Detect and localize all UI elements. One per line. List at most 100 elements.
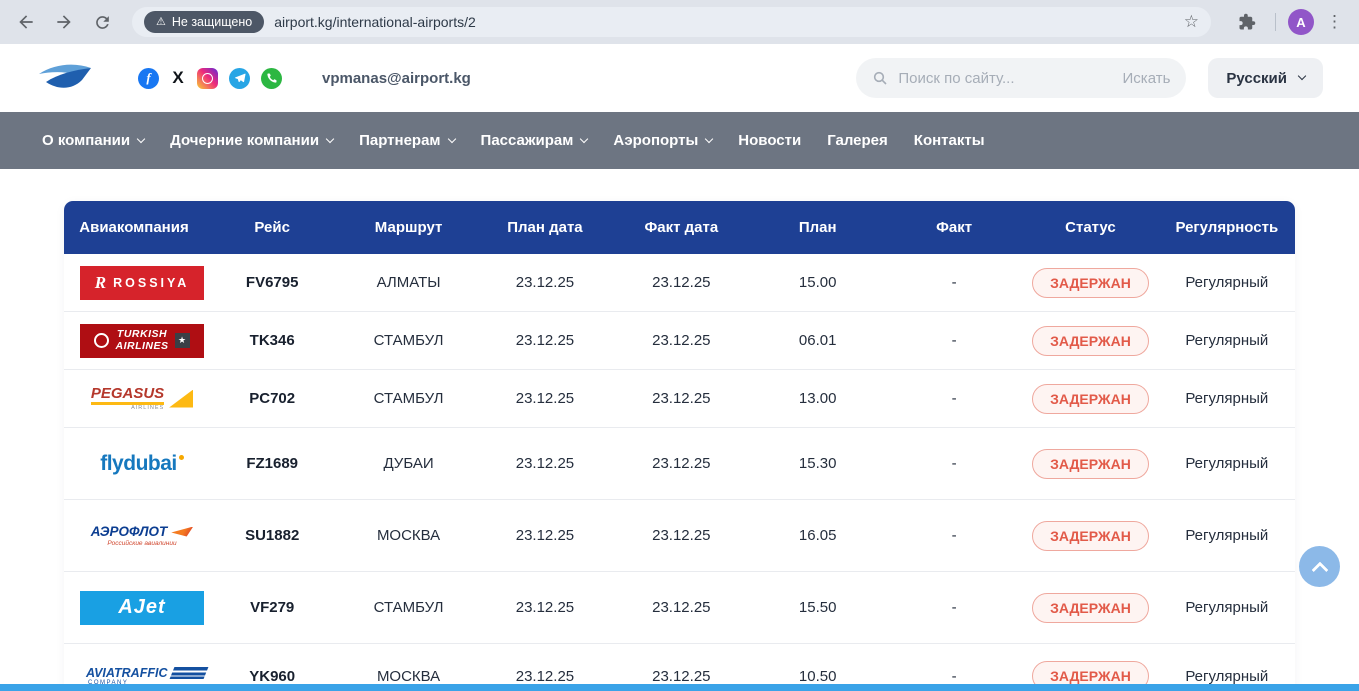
pegasus-wing-icon (169, 390, 193, 408)
fact-time: - (886, 527, 1022, 544)
flight-row: PEGASUS AIRLINES PC702 СТАМБУЛ 23.12.25 … (64, 370, 1295, 428)
fact-date: 23.12.25 (613, 527, 749, 544)
search-button[interactable]: Искать (1123, 70, 1171, 87)
whatsapp-icon[interactable] (261, 68, 282, 89)
back-icon[interactable] (10, 6, 42, 38)
status-badge: ЗАДЕРЖАН (1032, 593, 1149, 623)
fact-time: - (886, 332, 1022, 349)
forward-icon[interactable] (48, 6, 80, 38)
plan-date: 23.12.25 (477, 599, 613, 616)
status-badge: ЗАДЕРЖАН (1032, 449, 1149, 479)
plan-time: 10.50 (750, 668, 886, 685)
turkish-airlines-logo: TURKISH AIRLINES ★ (80, 324, 204, 358)
plan-time: 13.00 (750, 390, 886, 407)
aviatraffic-flag-icon (170, 667, 209, 679)
airline-cell: flydubai (64, 447, 204, 481)
turkish-airlines-emblem-icon (94, 333, 109, 348)
column-header-flight: Рейс (204, 219, 340, 236)
reload-icon[interactable] (86, 6, 118, 38)
chevron-down-icon (137, 134, 145, 142)
star-icon: ★ (175, 333, 190, 348)
column-header-plan: План (750, 219, 886, 236)
chevron-down-icon (705, 134, 713, 142)
status-badge: ЗАДЕРЖАН (1032, 326, 1149, 356)
nav-item-contacts[interactable]: Контакты (914, 132, 985, 149)
flights-table: Авиакомпания Рейс Маршрут План дата Факт… (64, 201, 1295, 691)
airline-cell: TURKISH AIRLINES ★ (64, 324, 204, 358)
plan-time: 15.30 (750, 455, 886, 472)
route: ДУБАИ (340, 455, 476, 472)
nav-item-airports[interactable]: Аэропорты (613, 132, 712, 149)
nav-item-passengers[interactable]: Пассажирам (481, 132, 588, 149)
fact-date: 23.12.25 (613, 668, 749, 685)
plan-time: 15.50 (750, 599, 886, 616)
menu-kebab-icon[interactable]: ⋮ (1326, 12, 1343, 32)
social-links: f X (138, 68, 282, 89)
column-header-fact: Факт (886, 219, 1022, 236)
regularity: Регулярный (1159, 599, 1295, 616)
status-cell: ЗАДЕРЖАН (1022, 593, 1158, 623)
language-selector[interactable]: Русский (1208, 58, 1323, 98)
plan-date: 23.12.25 (477, 390, 613, 407)
column-header-airline: Авиакомпания (64, 219, 204, 236)
regularity: Регулярный (1159, 668, 1295, 685)
aeroflot-logo: АЭРОФЛОТ Российские авиалинии (80, 519, 204, 553)
facebook-icon[interactable]: f (138, 68, 159, 89)
airline-cell: AJet (64, 591, 204, 625)
browser-window: ⚠ Не защищено airport.kg/international-a… (0, 0, 1359, 691)
flight-number: SU1882 (204, 527, 340, 544)
column-header-status: Статус (1022, 219, 1158, 236)
regularity: Регулярный (1159, 455, 1295, 472)
main-navigation: О компании Дочерние компании Партнерам П… (0, 112, 1359, 169)
fact-time: - (886, 274, 1022, 291)
route: СТАМБУЛ (340, 599, 476, 616)
fact-time: - (886, 599, 1022, 616)
plan-date: 23.12.25 (477, 274, 613, 291)
toolbar-right: A ⋮ (1225, 6, 1349, 38)
chevron-down-icon (1298, 72, 1306, 80)
nav-item-news[interactable]: Новости (738, 132, 801, 149)
telegram-icon[interactable] (229, 68, 250, 89)
aeroflot-wing-icon (171, 527, 193, 537)
security-badge[interactable]: ⚠ Не защищено (144, 11, 264, 33)
nav-item-about[interactable]: О компании (42, 132, 144, 149)
status-cell: ЗАДЕРЖАН (1022, 326, 1158, 356)
status-cell: ЗАДЕРЖАН (1022, 449, 1158, 479)
manas-airport-logo[interactable] (36, 61, 94, 95)
plan-date: 23.12.25 (477, 668, 613, 685)
address-bar[interactable]: ⚠ Не защищено airport.kg/international-a… (132, 7, 1211, 37)
instagram-icon[interactable] (197, 68, 218, 89)
pegasus-airlines-logo: PEGASUS AIRLINES (80, 382, 204, 416)
fact-date: 23.12.25 (613, 599, 749, 616)
status-badge: ЗАДЕРЖАН (1032, 268, 1149, 298)
status-badge: ЗАДЕРЖАН (1032, 521, 1149, 551)
footer-strip (0, 684, 1359, 691)
flight-number: YK960 (204, 668, 340, 685)
nav-item-subsidiaries[interactable]: Дочерние компании (170, 132, 333, 149)
nav-item-gallery[interactable]: Галерея (827, 132, 888, 149)
flight-row: AJet VF279 СТАМБУЛ 23.12.25 23.12.25 15.… (64, 572, 1295, 644)
table-header-row: Авиакомпания Рейс Маршрут План дата Факт… (64, 201, 1295, 254)
plan-time: 16.05 (750, 527, 886, 544)
search-input[interactable] (898, 70, 1112, 87)
nav-item-partners[interactable]: Партнерам (359, 132, 454, 149)
status-cell: ЗАДЕРЖАН (1022, 268, 1158, 298)
fact-date: 23.12.25 (613, 390, 749, 407)
x-icon[interactable]: X (170, 68, 186, 89)
flight-row: flydubai FZ1689 ДУБАИ 23.12.25 23.12.25 … (64, 428, 1295, 500)
regularity: Регулярный (1159, 390, 1295, 407)
toolbar-divider (1275, 13, 1276, 31)
site-header: f X vpmanas@airport.kg Искать Русский (0, 44, 1359, 112)
extensions-puzzle-icon[interactable] (1231, 6, 1263, 38)
route: АЛМАТЫ (340, 274, 476, 291)
profile-avatar[interactable]: A (1288, 9, 1314, 35)
chevron-up-icon (1311, 561, 1328, 578)
page-content: Авиакомпания Рейс Маршрут План дата Факт… (0, 169, 1359, 691)
column-header-regularity: Регулярность (1159, 219, 1295, 236)
scroll-to-top-button[interactable] (1299, 546, 1340, 587)
flight-row: АЭРОФЛОТ Российские авиалинии SU1882 МОС… (64, 500, 1295, 572)
bookmark-star-icon[interactable]: ☆ (1184, 12, 1199, 32)
contact-email[interactable]: vpmanas@airport.kg (322, 70, 471, 87)
route: СТАМБУЛ (340, 332, 476, 349)
fact-time: - (886, 668, 1022, 685)
